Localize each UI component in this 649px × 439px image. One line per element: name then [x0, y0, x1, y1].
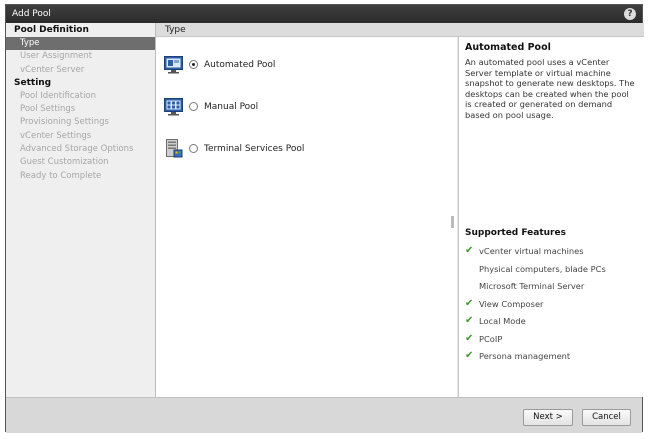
feature-label: Persona management	[479, 351, 571, 361]
manual-pool-label[interactable]: Manual Pool	[204, 102, 258, 112]
feature-label: Microsoft Terminal Server	[479, 281, 585, 291]
manual-pool-radio[interactable]	[189, 102, 198, 111]
feature-item: ✔ PCoIP	[465, 333, 502, 345]
option-manual-pool[interactable]: Manual Pool	[164, 97, 258, 116]
desktop-template-icon	[164, 56, 183, 74]
feature-item: Microsoft Terminal Server	[465, 280, 584, 292]
automated-pool-radio[interactable]	[189, 60, 198, 69]
next-button[interactable]: Next >	[523, 409, 573, 426]
nav-item-provisioning-settings[interactable]: Provisioning Settings	[6, 116, 155, 129]
feature-label: PCoIP	[479, 334, 503, 344]
feature-item: ✔ vCenter virtual machines	[465, 245, 584, 257]
feature-item: ✔ Persona management	[465, 350, 570, 362]
check-icon: ✔	[465, 245, 474, 256]
nav-item-vcenter-settings[interactable]: vCenter Settings	[6, 130, 155, 143]
feature-item: Physical computers, blade PCs	[465, 263, 606, 275]
feature-label: vCenter virtual machines	[479, 246, 584, 256]
dialog-footer: Next > Cancel	[6, 397, 642, 433]
nav-section-setting: Setting	[14, 77, 52, 88]
nav-item-guest-customization[interactable]: Guest Customization	[6, 156, 155, 169]
option-automated-pool[interactable]: Automated Pool	[164, 55, 275, 74]
features-title: Supported Features	[465, 228, 566, 238]
dialog-titlebar: Add Pool ?	[6, 5, 642, 23]
feature-label: Physical computers, blade PCs	[479, 264, 606, 274]
check-icon: ✔	[465, 333, 474, 344]
wizard-nav: Pool Definition Type User Assignment vCe…	[6, 23, 156, 397]
content-header: Type	[156, 23, 644, 37]
nav-item-ready-to-complete[interactable]: Ready to Complete	[6, 170, 155, 183]
panel-resize-handle[interactable]	[451, 216, 454, 228]
info-panel: Automated Pool An automated pool uses a …	[458, 37, 644, 397]
server-icon	[166, 139, 183, 158]
nav-item-advanced-storage-options[interactable]: Advanced Storage Options	[6, 143, 155, 156]
check-icon: ✔	[465, 298, 474, 309]
terminal-services-pool-radio[interactable]	[189, 144, 198, 153]
check-icon: ✔	[465, 315, 474, 326]
desktop-grid-icon	[164, 98, 183, 116]
feature-item: ✔ Local Mode	[465, 315, 526, 327]
pool-type-panel: Automated Pool Manual Pool Terminal Serv…	[156, 23, 457, 397]
option-terminal-services-pool[interactable]: Terminal Services Pool	[164, 139, 304, 158]
cancel-button[interactable]: Cancel	[582, 409, 631, 426]
nav-item-vcenter-server[interactable]: vCenter Server	[6, 64, 155, 77]
check-icon: ✔	[465, 350, 474, 361]
nav-item-pool-settings[interactable]: Pool Settings	[6, 103, 155, 116]
info-title: Automated Pool	[465, 42, 551, 53]
feature-label: View Composer	[479, 299, 544, 309]
feature-label: Local Mode	[479, 316, 526, 326]
nav-item-pool-identification[interactable]: Pool Identification	[6, 90, 155, 103]
nav-item-type[interactable]: Type	[6, 37, 155, 51]
nav-item-user-assignment[interactable]: User Assignment	[6, 50, 155, 63]
info-description: An automated pool uses a vCenter Server …	[465, 57, 635, 120]
feature-item: ✔ View Composer	[465, 298, 543, 310]
add-pool-dialog: Add Pool ? Pool Definition Type User Ass…	[5, 4, 644, 433]
help-icon[interactable]: ?	[624, 8, 636, 20]
automated-pool-label[interactable]: Automated Pool	[204, 60, 275, 70]
dialog-title: Add Pool	[12, 9, 51, 19]
nav-section-pool-definition: Pool Definition	[14, 25, 89, 35]
terminal-services-pool-label[interactable]: Terminal Services Pool	[204, 144, 304, 154]
